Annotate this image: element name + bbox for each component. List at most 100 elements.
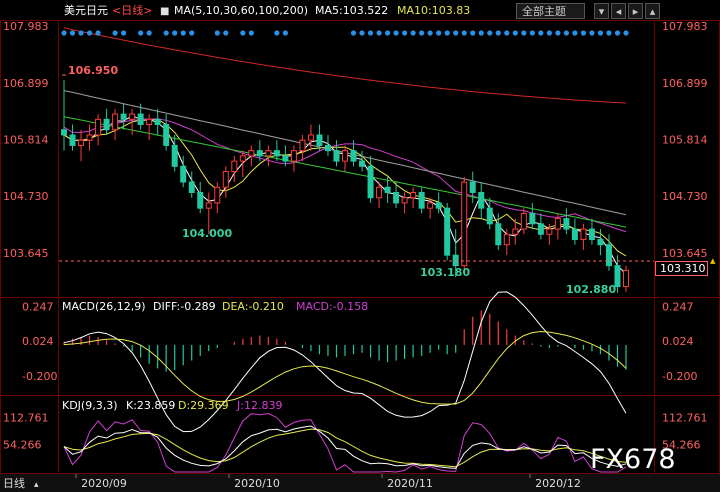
event-dot [95, 30, 101, 36]
candle-down [256, 150, 263, 157]
dea-line [63, 330, 627, 405]
event-dot [240, 30, 246, 36]
event-dot [86, 30, 93, 36]
low-annotation-2: 103.180 [420, 266, 470, 279]
macd-tick-right: 0.024 [662, 335, 694, 348]
candle-up [248, 150, 255, 157]
candle-down [333, 150, 340, 162]
window-button-glyph: ▸ [633, 5, 639, 18]
candle-down [180, 165, 187, 183]
y-tick-label-right: 106.899 [662, 77, 708, 90]
event-dot [172, 30, 178, 36]
window-button[interactable]: ▸ [628, 3, 643, 19]
x-tick-label: 2020/11 [387, 477, 433, 490]
event-dot [538, 30, 544, 36]
candle-down [367, 165, 374, 199]
window-button-glyph: ◂ [616, 5, 622, 18]
window-button[interactable]: ▾ [594, 3, 609, 19]
candle-down [435, 202, 442, 209]
x-tick-label: 2020/10 [234, 477, 280, 490]
macd-dea: DEA:-0.210 [222, 300, 284, 313]
candle-up [112, 113, 119, 131]
candle-up [239, 155, 246, 162]
macd-tick-right: 0.247 [662, 300, 694, 313]
y-tick-label-left: 105.814 [3, 133, 49, 146]
candle-down [529, 212, 536, 225]
y-tick-label-right: 105.814 [662, 133, 708, 146]
event-dot [555, 30, 561, 36]
window-button[interactable]: ▴ [645, 3, 660, 19]
candle-down [324, 144, 331, 152]
event-dot [410, 30, 416, 36]
candle-up [299, 139, 306, 152]
candle-up [95, 118, 102, 136]
candle-up [205, 202, 212, 209]
event-dot [512, 30, 518, 36]
candle-down [350, 150, 357, 162]
candle-up [376, 186, 383, 199]
candle-down [188, 181, 195, 193]
ma-settings-label[interactable]: MA(5,10,30,60,100,200) [174, 4, 308, 17]
ma5-value: MA5:103.522 [315, 4, 388, 17]
event-dot [189, 30, 195, 36]
candle-up [342, 150, 348, 162]
event-dot [546, 30, 552, 36]
event-dot [597, 30, 604, 36]
candle-up [410, 191, 417, 199]
candle-up [401, 197, 408, 204]
period-link[interactable]: <日线> [112, 3, 152, 17]
ma60-line [63, 116, 627, 228]
event-dot [69, 30, 76, 36]
candle-up [503, 233, 510, 246]
candle-down [393, 191, 400, 204]
event-dot [623, 30, 629, 36]
event-dot [359, 30, 365, 36]
y-tick-label-left: 103.645 [3, 247, 49, 260]
candle-down [478, 191, 485, 209]
candle-up [580, 228, 587, 241]
macd-histogram [63, 310, 627, 372]
y-tick-label-right: 104.730 [662, 190, 708, 203]
macd-tick-left: 0.247 [22, 300, 54, 313]
candle-down [588, 228, 595, 241]
event-dot [563, 30, 569, 36]
period-tab-label: 日线 [3, 476, 25, 490]
d-line [63, 428, 627, 468]
theme-button[interactable]: 全部主题 [516, 3, 585, 19]
watermark: FX678 [590, 444, 676, 475]
macd-title: MACD(26,12,9) [62, 300, 146, 313]
candle-up [78, 139, 85, 146]
candle-down [495, 223, 502, 246]
candle-down [61, 129, 67, 136]
current-price-label: 103.310 [660, 262, 706, 275]
current-price-box: 103.310 [655, 261, 708, 276]
y-tick-label-left: 104.730 [3, 190, 49, 203]
candle-down [469, 181, 476, 193]
macd-tick-left: 0.024 [22, 335, 54, 348]
macd-value: MACD:-0.158 [296, 300, 368, 313]
ma10-line [63, 118, 627, 257]
event-dot [529, 30, 535, 36]
event-dot [453, 30, 459, 36]
kdj-lines [63, 412, 627, 473]
event-dot [614, 30, 621, 36]
event-dot [589, 30, 595, 36]
k-line [63, 425, 627, 469]
candle-up [231, 160, 238, 173]
candle-down [316, 134, 323, 146]
candle-up [546, 228, 553, 235]
candle-up [146, 118, 153, 126]
event-dot [367, 30, 374, 36]
candle-up [290, 150, 297, 162]
macd-tick-right: -0.200 [662, 370, 697, 383]
candle-down [163, 124, 170, 146]
candle-down [384, 186, 391, 193]
kdj-d: D:29.369 [178, 399, 229, 412]
candle-down [571, 228, 578, 241]
period-tab-arrow-icon: ▴ [34, 480, 39, 490]
event-dot [606, 30, 612, 36]
candle-down [605, 244, 612, 267]
y-tick-label-left: 107.983 [3, 20, 49, 33]
candle-up [520, 212, 527, 230]
window-button[interactable]: ◂ [611, 3, 626, 19]
